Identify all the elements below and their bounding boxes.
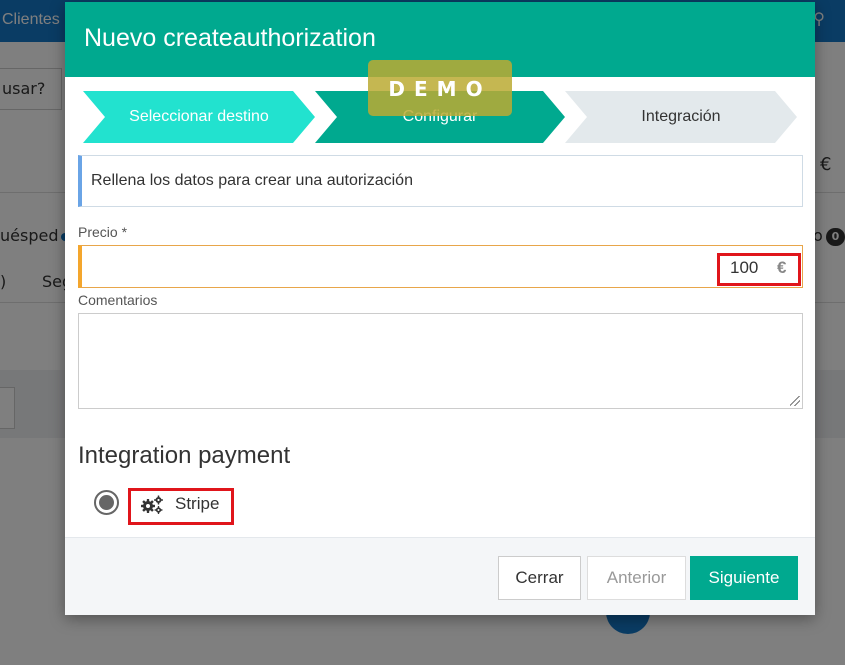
next-button[interactable]: Siguiente [690,556,798,600]
price-currency: € [777,258,787,277]
comments-label: Comentarios [78,292,158,308]
demo-watermark-text: DEMO [388,77,492,101]
previous-button[interactable]: Anterior [587,556,686,600]
modal-title: Nuevo createauthorization [84,24,376,52]
stripe-radio[interactable] [94,490,119,515]
step-label: Integración [641,108,721,125]
price-label: Precio * [78,224,128,240]
resize-handle-icon[interactable] [790,396,800,406]
stripe-option-label[interactable]: Stripe [175,494,219,514]
info-alert-text: Rellena los datos para crear una autoriz… [91,172,413,189]
cogs-icon [141,495,163,514]
integration-title: Integration payment [78,442,291,469]
step-seleccionar-destino[interactable]: Seleccionar destino [83,91,315,143]
info-alert: Rellena los datos para crear una autoriz… [78,155,803,207]
demo-watermark: DEMO [368,60,512,116]
modal-footer: Cerrar Anterior Siguiente [65,537,815,615]
close-button[interactable]: Cerrar [498,556,581,600]
comments-textarea[interactable] [78,313,803,409]
step-integracion[interactable]: Integración [565,91,797,143]
price-value[interactable]: 100 [730,258,758,278]
step-label: Seleccionar destino [129,108,269,125]
price-input[interactable] [78,245,803,288]
create-authorization-modal: Nuevo createauthorization Seleccionar de… [65,2,815,615]
